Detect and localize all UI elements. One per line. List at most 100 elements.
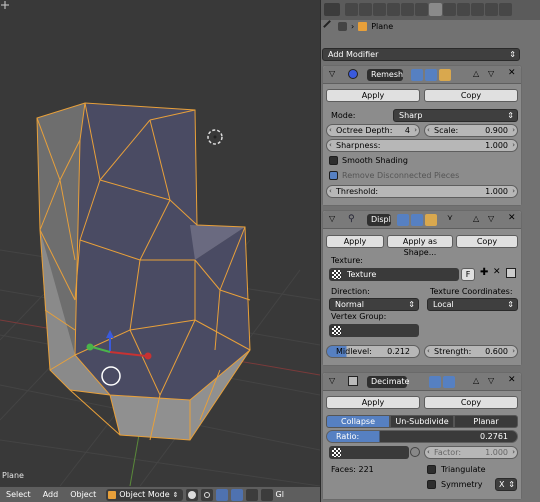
decrement-arrow-icon[interactable]: ‹: [329, 186, 332, 197]
mesh-object[interactable]: [36, 102, 251, 441]
midlevel-field[interactable]: Midlevel: 0.212: [326, 345, 420, 358]
invert-icon[interactable]: [410, 447, 420, 457]
show-editmode-icon[interactable]: [429, 376, 441, 388]
vertex-group-field[interactable]: [329, 324, 419, 337]
decimate-apply-button[interactable]: Apply: [326, 396, 420, 409]
sharpness-field[interactable]: ‹ Sharpness: 1.000 ›: [326, 139, 518, 152]
layers-tab-icon[interactable]: [359, 3, 372, 16]
decimate-copy-button[interactable]: Copy: [424, 396, 518, 409]
material-tab-icon[interactable]: [457, 3, 470, 16]
add-texture-icon[interactable]: ✚: [480, 267, 488, 278]
chevron-updown-icon: ⇕: [172, 490, 179, 499]
octree-depth-field[interactable]: ‹ Octree Depth: 4 ›: [326, 124, 420, 137]
mode-dropdown[interactable]: Sharp ⇕: [393, 109, 518, 122]
scale-field[interactable]: ‹ Scale: 0.900 ›: [424, 124, 518, 137]
add-modifier-dropdown[interactable]: Add Modifier ⇕: [322, 48, 520, 61]
texture-field[interactable]: Texture: [329, 268, 459, 281]
displace-copy-button[interactable]: Copy: [456, 235, 518, 248]
shading-icon[interactable]: [185, 488, 198, 501]
move-down-icon[interactable]: ▽: [488, 376, 494, 385]
decrement-arrow-icon[interactable]: ‹: [427, 125, 430, 136]
decrement-arrow-icon[interactable]: ‹: [427, 346, 430, 357]
world-tab-icon[interactable]: [387, 3, 400, 16]
increment-arrow-icon[interactable]: ›: [512, 186, 515, 197]
increment-arrow-icon[interactable]: ›: [512, 447, 515, 458]
show-editmode-icon[interactable]: [411, 69, 423, 81]
menu-object[interactable]: Object: [64, 487, 102, 502]
show-viewport-icon[interactable]: [411, 214, 423, 226]
ratio-field[interactable]: Ratio: 0.2761: [326, 430, 518, 443]
move-up-icon[interactable]: △: [473, 69, 479, 78]
remove-icon[interactable]: ✕: [508, 68, 516, 78]
move-down-icon[interactable]: ▽: [488, 69, 494, 78]
direction-dropdown[interactable]: Normal ⇕: [329, 298, 419, 311]
symmetry-axis-dropdown[interactable]: X ⇕: [495, 478, 517, 491]
decimate-name-field[interactable]: Decimate: [367, 376, 409, 388]
tab-unsubdivide[interactable]: Un-Subdivide: [390, 415, 454, 428]
object-mode-icon: [108, 490, 117, 499]
remesh-apply-button[interactable]: Apply: [326, 89, 420, 102]
editor-type-icon[interactable]: [324, 3, 340, 16]
remesh-copy-button[interactable]: Copy: [424, 89, 518, 102]
render-tab-icon[interactable]: [345, 3, 358, 16]
displace-name-field[interactable]: Displ: [367, 214, 391, 226]
menu-add[interactable]: Add: [37, 487, 65, 502]
tab-collapse[interactable]: Collapse: [326, 415, 390, 428]
triangulate-checkbox[interactable]: [427, 465, 436, 474]
3d-viewport[interactable]: Plane: [0, 0, 320, 486]
move-up-icon[interactable]: △: [473, 214, 479, 223]
decrement-arrow-icon[interactable]: ‹: [329, 125, 332, 136]
unlink-texture-icon[interactable]: ✕: [493, 267, 501, 277]
physics-tab-icon[interactable]: [499, 3, 512, 16]
decrement-arrow-icon[interactable]: ‹: [427, 447, 430, 458]
scene-tab-icon[interactable]: [373, 3, 386, 16]
increment-arrow-icon[interactable]: ›: [414, 125, 417, 136]
decimate-vertex-group-field[interactable]: [329, 446, 409, 459]
threshold-field[interactable]: ‹ Threshold: 1.000 ›: [326, 185, 518, 198]
fake-user-button[interactable]: F: [461, 268, 475, 281]
translate-icon[interactable]: [230, 488, 243, 501]
viewport-add-icon[interactable]: [0, 0, 10, 10]
scale-icon[interactable]: [260, 488, 273, 501]
tab-planar[interactable]: Planar: [454, 415, 518, 428]
remesh-name-field[interactable]: Remesh: [367, 69, 403, 81]
remove-icon[interactable]: ✕: [508, 375, 516, 385]
collapse-arrow-icon[interactable]: ▽: [329, 214, 335, 223]
modifiers-tab-icon[interactable]: [429, 3, 442, 16]
remove-icon[interactable]: ✕: [508, 213, 516, 223]
smooth-shading-checkbox[interactable]: [329, 156, 338, 165]
show-viewport-icon[interactable]: [443, 376, 455, 388]
pin-icon[interactable]: [323, 20, 336, 33]
object-tab-icon[interactable]: [401, 3, 414, 16]
increment-arrow-icon[interactable]: ›: [512, 140, 515, 151]
decrement-arrow-icon[interactable]: ‹: [329, 140, 332, 151]
show-viewport-icon[interactable]: [425, 69, 437, 81]
show-render-icon[interactable]: [425, 214, 437, 226]
pivot-icon[interactable]: [200, 488, 213, 501]
rotate-icon[interactable]: [245, 488, 258, 501]
move-down-icon[interactable]: ▽: [488, 214, 494, 223]
mode-selector[interactable]: Object Mode ⇕: [106, 488, 183, 501]
particles-tab-icon[interactable]: [485, 3, 498, 16]
browse-texture-icon[interactable]: [506, 268, 516, 278]
increment-arrow-icon[interactable]: ›: [512, 125, 515, 136]
collapse-arrow-icon[interactable]: ▽: [329, 69, 335, 78]
symmetry-checkbox[interactable]: [427, 480, 436, 489]
factor-field[interactable]: ‹ Factor: 1.000 ›: [424, 446, 518, 459]
strength-field[interactable]: ‹ Strength: 0.600 ›: [424, 345, 518, 358]
collapse-arrow-icon[interactable]: ▽: [329, 376, 335, 385]
remove-disconnected-checkbox[interactable]: [329, 171, 338, 180]
move-up-icon[interactable]: △: [473, 376, 479, 385]
apply-as-shape-button[interactable]: Apply as Shape...: [387, 235, 453, 257]
menu-select[interactable]: Select: [0, 487, 37, 502]
show-render-icon[interactable]: [439, 69, 451, 81]
texture-coords-dropdown[interactable]: Local ⇕: [427, 298, 518, 311]
show-editmode-icon[interactable]: [397, 214, 409, 226]
texture-tab-icon[interactable]: [471, 3, 484, 16]
vertex-icon[interactable]: ⋎: [447, 213, 453, 222]
constraints-tab-icon[interactable]: [415, 3, 428, 16]
manipulator-icon[interactable]: [215, 488, 228, 501]
data-tab-icon[interactable]: [443, 3, 456, 16]
increment-arrow-icon[interactable]: ›: [512, 346, 515, 357]
displace-apply-button[interactable]: Apply: [326, 235, 384, 248]
